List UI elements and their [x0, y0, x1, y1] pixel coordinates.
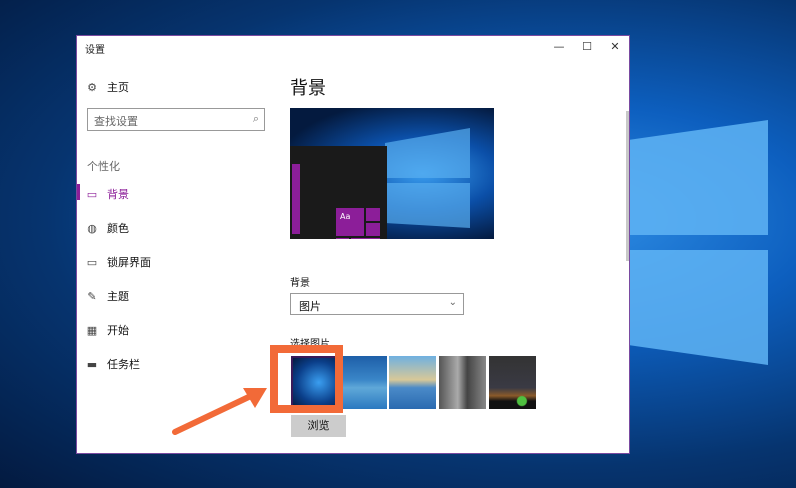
- lock-screen-icon: ▭: [86, 255, 98, 269]
- picture-icon: ▭: [86, 187, 98, 201]
- item-label: 背景: [107, 188, 129, 201]
- settings-window: 设置 — ☐ ✕ ⚙ 主页 查找设置 ⌕ 个性化 ▭ 背景 ◍ 颜色 ▭ 锁屏界…: [76, 35, 630, 454]
- background-type-dropdown[interactable]: 图片 ⌄: [290, 293, 464, 315]
- window-title: 设置: [85, 45, 105, 56]
- search-input[interactable]: 查找设置 ⌕: [87, 108, 265, 131]
- dropdown-value: 图片: [299, 300, 321, 313]
- preview-tile: Aa: [336, 208, 364, 236]
- picture-thumbnail-4[interactable]: [439, 356, 486, 409]
- palette-icon: ◍: [87, 221, 97, 235]
- sidebar-item-taskbar[interactable]: ▬ 任务栏: [85, 356, 140, 372]
- gear-icon: ⚙: [87, 80, 97, 94]
- browse-button[interactable]: 浏览: [291, 415, 346, 437]
- picture-thumbnail-2[interactable]: [340, 356, 387, 409]
- sidebar-item-themes[interactable]: ✎ 主题: [85, 288, 129, 304]
- windows-logo-preview: [385, 128, 470, 228]
- search-icon: ⌕: [252, 112, 259, 125]
- minimize-button[interactable]: —: [545, 38, 573, 56]
- theme-icon: ✎: [87, 289, 97, 303]
- picture-thumbnail-3[interactable]: [389, 356, 436, 409]
- sidebar-item-start[interactable]: ▦ 开始: [85, 322, 129, 338]
- home-label: 主页: [107, 81, 129, 94]
- picture-thumbnail-5[interactable]: [489, 356, 536, 409]
- section-heading: 个性化: [87, 160, 120, 173]
- start-menu-preview: Aa: [290, 146, 387, 239]
- page-title: 背景: [290, 78, 326, 99]
- title-bar: 设置 — ☐ ✕: [77, 36, 629, 58]
- windows-logo-wallpaper: [628, 120, 768, 365]
- item-label: 主题: [107, 290, 129, 303]
- arrow-annotation: [172, 388, 267, 435]
- active-indicator: [77, 184, 80, 200]
- scrollbar[interactable]: [626, 111, 629, 261]
- sidebar-home[interactable]: ⚙ 主页: [85, 79, 129, 95]
- taskbar-icon: ▬: [86, 357, 98, 371]
- maximize-button[interactable]: ☐: [573, 38, 601, 56]
- sidebar-item-background[interactable]: ▭ 背景: [85, 186, 129, 202]
- item-label: 颜色: [107, 222, 129, 235]
- sidebar-item-lock-screen[interactable]: ▭ 锁屏界面: [85, 254, 151, 270]
- item-label: 任务栏: [107, 358, 140, 371]
- search-placeholder: 查找设置: [94, 115, 138, 128]
- sidebar-item-colors[interactable]: ◍ 颜色: [85, 220, 129, 236]
- close-button[interactable]: ✕: [601, 38, 629, 56]
- start-icon: ▦: [86, 323, 98, 337]
- highlight-box: [270, 345, 343, 413]
- item-label: 开始: [107, 324, 129, 337]
- background-preview: Aa: [290, 108, 494, 239]
- background-label: 背景: [290, 278, 310, 289]
- chevron-down-icon: ⌄: [448, 297, 457, 308]
- item-label: 锁屏界面: [107, 256, 151, 269]
